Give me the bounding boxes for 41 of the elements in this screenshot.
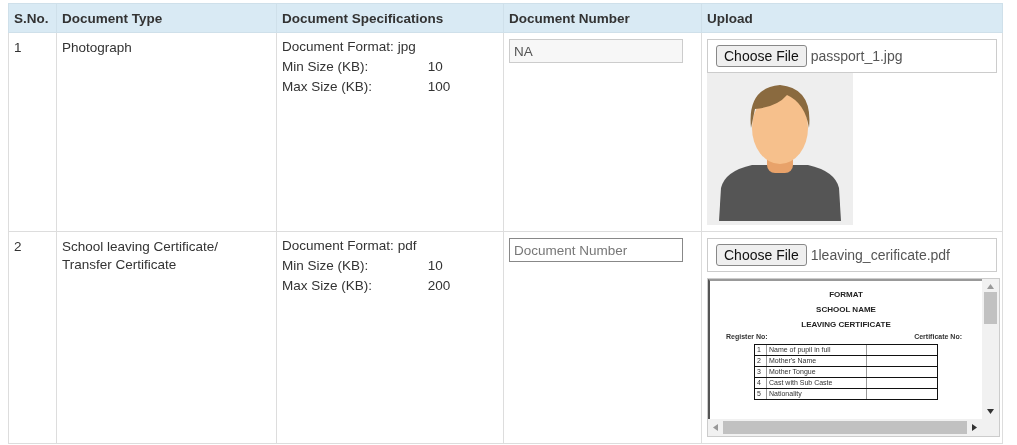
- document-heading: LEAVING CERTIFICATE: [801, 319, 891, 331]
- spec-label: Min Size (KB):: [282, 257, 370, 275]
- table-cell-text: 1: [14, 39, 23, 57]
- spec-label: Min Size (KB):: [282, 58, 370, 76]
- document-heading: SCHOOL NAME: [816, 304, 876, 316]
- choose-file-button[interactable]: Choose File: [716, 45, 807, 67]
- spec-label: Max Size (KB):: [282, 277, 374, 295]
- vertical-scrollbar[interactable]: [982, 279, 999, 419]
- spec-value: 10: [426, 58, 444, 76]
- spec-label: Document Format:: [282, 237, 394, 255]
- column-header: Document Type: [56, 3, 277, 33]
- table-cell-text: 2: [14, 238, 23, 256]
- column-header: Upload: [701, 3, 1003, 33]
- file-input[interactable]: Choose File 1leaving_cerificate.pdf: [707, 238, 997, 272]
- right-arrow-icon[interactable]: [971, 424, 978, 431]
- down-arrow-icon[interactable]: [987, 408, 994, 415]
- column-header: Document Specifications: [276, 3, 504, 33]
- horizontal-scrollbar[interactable]: [708, 419, 982, 436]
- column-header: Document Number: [503, 3, 702, 33]
- spec-value: pdf: [397, 237, 418, 255]
- spec-value: 10: [426, 257, 444, 275]
- scrollbar-thumb[interactable]: [984, 292, 997, 324]
- document-type: Transfer Certificate: [62, 256, 178, 274]
- spec-value: jpg: [397, 38, 417, 56]
- file-name: 1leaving_cerificate.pdf: [810, 247, 950, 263]
- spec-value: 100: [426, 78, 452, 96]
- left-arrow-icon[interactable]: [712, 424, 719, 431]
- up-arrow-icon[interactable]: [987, 283, 994, 290]
- scrollbar-thumb[interactable]: [723, 421, 967, 434]
- document-number-field[interactable]: Document Number: [509, 238, 683, 262]
- spec-label: Max Size (KB):: [282, 78, 374, 96]
- column-header: S.No.: [8, 3, 57, 33]
- document-number-field[interactable]: NA: [509, 39, 683, 63]
- file-input[interactable]: Choose File passport_1.jpg: [707, 39, 997, 73]
- document-heading: FORMAT: [829, 289, 863, 301]
- spec-label: Document Format:: [282, 38, 394, 56]
- choose-file-button[interactable]: Choose File: [716, 244, 807, 266]
- document-type: Photograph: [62, 39, 133, 57]
- file-name: passport_1.jpg: [810, 48, 903, 64]
- document-type: School leaving Certificate/: [62, 238, 220, 256]
- spec-value: 200: [426, 277, 452, 295]
